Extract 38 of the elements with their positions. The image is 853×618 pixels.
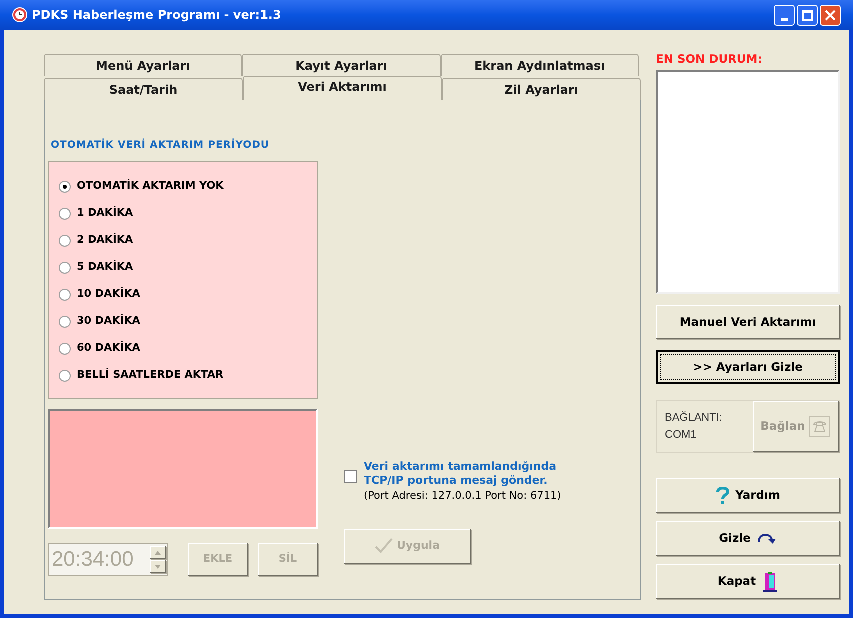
- clock-icon: [12, 7, 28, 23]
- checkmark-icon: [374, 538, 393, 554]
- curved-arrow-icon: [756, 532, 777, 545]
- tab[interactable]: Saat/Tarih: [44, 78, 243, 100]
- window-title: PDKS Haberleşme Programı - ver:1.3: [32, 7, 282, 24]
- connection-port: COM1: [665, 428, 698, 443]
- radio-option[interactable]: 60 DAKİKA: [59, 340, 140, 357]
- action-button[interactable]: Yardım: [656, 478, 840, 514]
- checkbox-label: Veri aktarımı tamamlandığında TCP/IP portuna mesaj gönder.: [364, 460, 558, 488]
- radio-option[interactable]: 2 DAKİKA: [59, 232, 134, 249]
- maximize-button[interactable]: [797, 4, 818, 26]
- radio-option[interactable]: 10 DAKİKA: [59, 286, 140, 303]
- tab[interactable]: Menü Ayarları: [44, 54, 242, 76]
- question-mark-icon: [716, 486, 730, 505]
- radio-option[interactable]: BELLİ SAATLERDE AKTAR: [59, 367, 224, 384]
- tab[interactable]: Ekran Aydınlatması: [440, 54, 639, 76]
- status-title: EN SON DURUM:: [656, 51, 764, 68]
- notify-checkbox[interactable]: [344, 470, 357, 483]
- tab[interactable]: Zil Ayarları: [442, 78, 641, 100]
- port-info: (Port Adresi: 127.0.0.1 Port No: 6711): [364, 489, 562, 504]
- radio-option[interactable]: 30 DAKİKA: [59, 313, 140, 330]
- close-icon: [825, 10, 836, 20]
- side-button[interactable]: Manuel Veri Aktarımı: [656, 305, 840, 340]
- side-button[interactable]: >> Ayarları Gizle: [656, 350, 840, 384]
- list-box[interactable]: [48, 409, 318, 529]
- minimize-button[interactable]: [774, 4, 795, 26]
- telephone-icon: [809, 416, 832, 438]
- connection-label: BAĞLANTI:: [665, 410, 724, 426]
- action-button[interactable]: Kapat: [656, 564, 840, 600]
- close-button[interactable]: [820, 4, 841, 26]
- tab[interactable]: Veri Aktarımı: [243, 76, 442, 100]
- radio-option[interactable]: 1 DAKİKA: [59, 205, 134, 222]
- action-button[interactable]: Gizle: [656, 521, 840, 556]
- door-icon: [762, 572, 778, 592]
- section-title: OTOMATİK VERİ AKTARIM PERİYODU: [50, 138, 270, 153]
- radio-option[interactable]: OTOMATİK AKTARIM YOK: [59, 178, 224, 195]
- tab[interactable]: Kayıt Ayarları: [242, 54, 441, 76]
- radio-option[interactable]: 5 DAKİKA: [59, 259, 134, 276]
